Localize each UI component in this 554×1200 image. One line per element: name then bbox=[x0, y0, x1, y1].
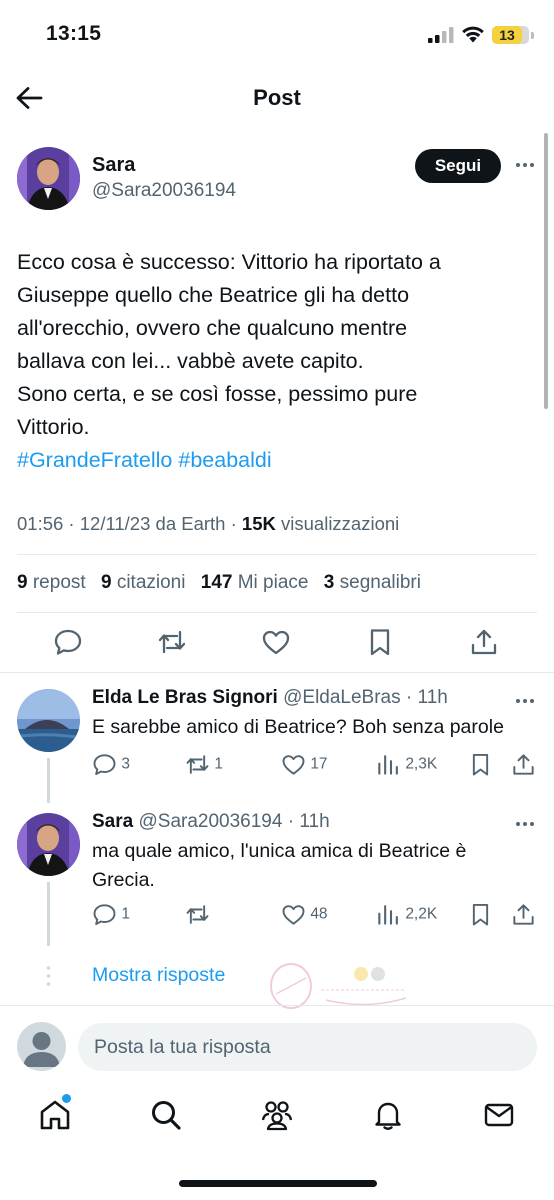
divider bbox=[0, 672, 554, 673]
post-source: da Earth bbox=[155, 513, 226, 534]
reply-input[interactable]: Posta la tua risposta bbox=[78, 1023, 537, 1071]
reply-like-action[interactable]: 17 bbox=[281, 752, 328, 777]
reply-views-count: 2,2K bbox=[405, 905, 438, 923]
reply-views-action[interactable]: 2,3K bbox=[376, 752, 437, 777]
views-icon bbox=[378, 755, 398, 775]
reply-comment-count: 1 bbox=[121, 905, 130, 923]
battery-level: 13 bbox=[499, 27, 515, 43]
communities-icon[interactable] bbox=[260, 1098, 294, 1132]
reply-avatar[interactable] bbox=[17, 689, 80, 752]
notification-dot bbox=[62, 1094, 71, 1103]
reply-icon[interactable] bbox=[53, 627, 83, 657]
reply-like-count: 48 bbox=[310, 905, 328, 923]
reply-like-action[interactable]: 48 bbox=[281, 902, 328, 927]
share-icon[interactable] bbox=[511, 752, 536, 777]
reply-text-line: Grecia. bbox=[92, 869, 155, 891]
divider bbox=[17, 554, 537, 555]
reply-author-name[interactable]: Sara bbox=[92, 811, 133, 832]
quotes-stat[interactable]: 9 citazioni bbox=[101, 572, 186, 593]
my-avatar[interactable] bbox=[17, 1022, 66, 1071]
reply-views-action[interactable]: 2,2K bbox=[376, 902, 437, 927]
reply-avatar[interactable] bbox=[17, 813, 80, 876]
page-title: Post bbox=[253, 85, 301, 110]
hashtag-link[interactable]: #GrandeFratello bbox=[17, 448, 172, 472]
reply-comment-action[interactable]: 3 bbox=[92, 752, 130, 777]
scrollbar[interactable] bbox=[544, 133, 548, 409]
reply-comment-count: 3 bbox=[121, 755, 130, 773]
reply-views-count: 2,3K bbox=[405, 755, 438, 773]
reply-header: Sara @Sara20036194 · 11h bbox=[92, 811, 330, 832]
post-time: 01:56 bbox=[17, 513, 64, 534]
reply-text-line: ma quale amico, l'unica amica di Beatric… bbox=[92, 840, 467, 862]
watermark-logo bbox=[270, 963, 407, 1009]
share-icon[interactable] bbox=[511, 902, 536, 927]
signal-icon bbox=[428, 27, 454, 43]
reply-repost-action[interactable]: 1 bbox=[185, 752, 223, 777]
author-name[interactable]: Sara bbox=[92, 154, 135, 177]
post-text-line: Vittorio. bbox=[17, 415, 90, 439]
home-indicator bbox=[179, 1180, 377, 1187]
reply-time: 11h bbox=[417, 687, 448, 708]
reply-time: 11h bbox=[299, 811, 330, 832]
thread-line bbox=[47, 882, 50, 946]
thread-dots-icon bbox=[46, 966, 51, 986]
reposts-stat[interactable]: 9 repost bbox=[17, 572, 86, 593]
reply-author-name[interactable]: Elda Le Bras Signori bbox=[92, 687, 278, 708]
post-views-count[interactable]: 15K bbox=[242, 513, 276, 534]
author-handle[interactable]: @Sara20036194 bbox=[92, 180, 236, 202]
bookmark-icon[interactable] bbox=[468, 902, 493, 927]
repost-icon bbox=[186, 905, 209, 924]
status-time: 13:15 bbox=[46, 22, 102, 45]
post-text-line: Sono certa, e se così fosse, pessimo pur… bbox=[17, 382, 418, 406]
show-replies-link[interactable]: Mostra risposte bbox=[92, 964, 225, 987]
post-meta: 01:56 · 12/11/23 da Earth · 15K visualiz… bbox=[17, 513, 400, 534]
repost-icon[interactable] bbox=[157, 627, 187, 657]
battery-indicator: 13 bbox=[492, 26, 529, 44]
post-text: Ecco cosa è successo: Vittorio ha riport… bbox=[17, 246, 537, 477]
hashtags-line: #GrandeFratello #beabaldi bbox=[17, 444, 537, 477]
reply-icon bbox=[93, 904, 116, 926]
reply-text: ma quale amico, l'unica amica di Beatric… bbox=[92, 837, 466, 895]
wifi-icon bbox=[462, 26, 484, 43]
post-text-line: ballava con lei... vabbè avete capito. bbox=[17, 349, 364, 373]
like-icon bbox=[282, 905, 305, 925]
search-icon[interactable] bbox=[149, 1098, 183, 1132]
repost-icon bbox=[186, 755, 209, 774]
bookmarks-stat[interactable]: 3 segnalibri bbox=[324, 572, 421, 593]
reply-icon bbox=[93, 754, 116, 776]
reply-comment-action[interactable]: 1 bbox=[92, 902, 130, 927]
share-icon[interactable] bbox=[469, 627, 499, 657]
messages-icon[interactable] bbox=[482, 1098, 516, 1132]
bookmark-icon[interactable] bbox=[365, 627, 395, 657]
home-icon[interactable] bbox=[38, 1098, 72, 1132]
post-text-line: all'orecchio, ovvero che qualcuno mentre bbox=[17, 316, 408, 340]
reply-header: Elda Le Bras Signori @EldaLeBras · 11h bbox=[92, 687, 448, 708]
more-options-icon[interactable] bbox=[514, 154, 536, 176]
divider bbox=[17, 612, 537, 613]
more-options-icon[interactable] bbox=[514, 690, 536, 712]
like-icon[interactable] bbox=[261, 627, 291, 657]
hashtag-link[interactable]: #beabaldi bbox=[178, 448, 271, 472]
divider bbox=[0, 1005, 554, 1006]
post-date: 12/11/23 bbox=[79, 513, 151, 534]
post-text-line: Ecco cosa è successo: Vittorio ha riport… bbox=[17, 250, 441, 274]
reply-like-count: 17 bbox=[310, 755, 328, 773]
reply-repost-count: 1 bbox=[214, 755, 223, 773]
views-icon bbox=[378, 905, 398, 925]
more-options-icon[interactable] bbox=[514, 813, 536, 835]
post-text-line: Giuseppe quello che Beatrice gli ha dett… bbox=[17, 283, 410, 307]
follow-button[interactable]: Segui bbox=[415, 149, 501, 183]
post-stats: 9 repost 9 citazioni 147 Mi piace 3 segn… bbox=[17, 572, 421, 594]
likes-stat[interactable]: 147 Mi piace bbox=[201, 572, 309, 593]
bookmark-icon[interactable] bbox=[468, 752, 493, 777]
notifications-icon[interactable] bbox=[371, 1098, 405, 1132]
author-avatar[interactable] bbox=[17, 147, 80, 210]
reply-author-handle[interactable]: @Sara20036194 bbox=[138, 811, 282, 832]
reply-repost-action[interactable] bbox=[185, 902, 210, 927]
reply-author-handle[interactable]: @EldaLeBras bbox=[283, 687, 401, 708]
thread-line bbox=[47, 758, 50, 803]
post-views-label: visualizzazioni bbox=[281, 513, 400, 534]
like-icon bbox=[282, 755, 305, 775]
reply-text: E sarebbe amico di Beatrice? Boh senza p… bbox=[92, 716, 504, 738]
